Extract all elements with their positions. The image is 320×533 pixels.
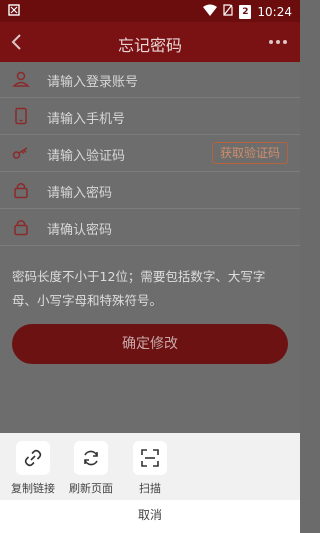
- lock-icon: [12, 181, 30, 199]
- copy-link-action[interactable]: 复制链接: [3, 441, 63, 497]
- code-placeholder: 请输入验证码: [47, 149, 126, 164]
- account-placeholder: 请输入登录账号: [47, 75, 139, 90]
- page-title: 忘记密码: [117, 36, 182, 55]
- form-area: 请输入登录账号 请输入手机号 请输入验证码 获取验证码 请输入密码 请确认密码 …: [0, 62, 300, 433]
- scan-label: 扫描: [139, 482, 161, 495]
- verification-code-field[interactable]: 请输入验证码 获取验证码: [0, 136, 300, 172]
- phone-field[interactable]: 请输入手机号: [0, 99, 300, 135]
- account-field[interactable]: 请输入登录账号: [0, 62, 300, 98]
- confirm-password-placeholder: 请确认密码: [47, 223, 113, 238]
- password-hint: 密码长度不小于12位；需要包括数字、大写字母、小写字母和特殊符号。: [12, 269, 266, 308]
- scan-action[interactable]: 扫描: [120, 441, 180, 497]
- refresh-label: 刷新页面: [69, 482, 113, 495]
- lock-icon: [12, 218, 30, 236]
- no-sim-icon: [223, 4, 234, 19]
- status-bar: 2 10:24: [0, 0, 300, 22]
- user-icon: [12, 70, 30, 88]
- get-code-button[interactable]: 获取验证码: [211, 142, 288, 164]
- notification-icon: [8, 4, 20, 19]
- confirm-button[interactable]: 确定修改: [12, 324, 288, 364]
- app-bar: 忘记密码: [0, 22, 300, 62]
- phone-icon: [12, 107, 30, 125]
- key-icon: [12, 144, 30, 162]
- more-options-icon[interactable]: [266, 30, 290, 54]
- action-sheet: 复制链接 刷新页面 扫描: [0, 433, 300, 500]
- phone-placeholder: 请输入手机号: [47, 112, 126, 127]
- password-field[interactable]: 请输入密码: [0, 173, 300, 209]
- cancel-button[interactable]: 取消: [0, 500, 300, 533]
- wifi-icon: [203, 4, 218, 19]
- refresh-icon: [74, 441, 108, 475]
- battery-icon: 2: [239, 4, 252, 19]
- password-placeholder: 请输入密码: [47, 186, 113, 201]
- scan-icon: [133, 441, 167, 475]
- link-icon: [16, 441, 50, 475]
- refresh-action[interactable]: 刷新页面: [61, 441, 121, 497]
- copy-link-label: 复制链接: [11, 482, 55, 495]
- confirm-password-field[interactable]: 请确认密码: [0, 210, 300, 246]
- clock: 10:24: [257, 4, 292, 19]
